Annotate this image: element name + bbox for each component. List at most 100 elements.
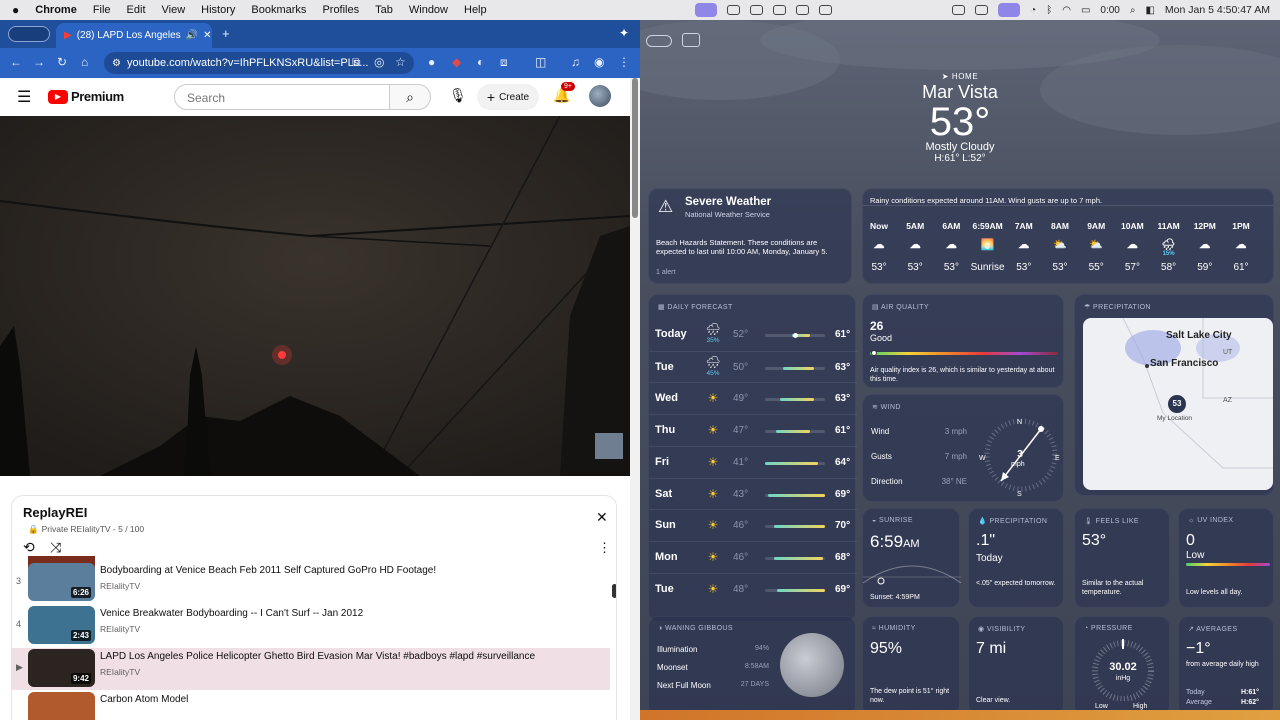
- uv-index-card[interactable]: ☼ UV INDEX 0 Low Low levels all day.: [1178, 508, 1274, 608]
- menu-window[interactable]: Window: [401, 4, 456, 16]
- app-icon[interactable]: [796, 5, 810, 15]
- page-scrollbar[interactable]: [630, 78, 640, 720]
- menu-edit[interactable]: Edit: [119, 4, 154, 16]
- tab-close-icon[interactable]: ✕: [203, 30, 211, 41]
- battery-icon[interactable]: ▭: [1081, 5, 1090, 16]
- playlist-scroll-thumb[interactable]: [612, 584, 616, 598]
- more-icon[interactable]: ⋮: [598, 540, 611, 556]
- control-icon[interactable]: [998, 3, 1021, 17]
- extension-3-icon[interactable]: ◐: [477, 55, 484, 69]
- menu-history[interactable]: History: [193, 4, 243, 16]
- daily-row[interactable]: Wed ☀ 49° 63°: [649, 382, 857, 413]
- playlist-title[interactable]: ReplayREI: [23, 505, 87, 520]
- daily-row[interactable]: Today 🌧 35% 52° 61°: [649, 319, 857, 350]
- playlist-item[interactable]: 3 6:26 Bodyboarding at Venice Beach Feb 20…: [12, 562, 610, 604]
- menu-tab[interactable]: Tab: [367, 4, 401, 16]
- playlist-item[interactable]: Carbon Atom Model: [12, 691, 610, 720]
- playlist-item-title[interactable]: Venice Breakwater Bodyboarding -- I Can'…: [100, 608, 363, 619]
- hourly-forecast-card[interactable]: Rainy conditions expected around 11AM. W…: [862, 188, 1274, 284]
- playlist-item[interactable]: 4 2:43 Venice Breakwater Bodyboarding -- I…: [12, 605, 610, 647]
- playlist-item-title[interactable]: Bodyboarding at Venice Beach Feb 2011 Se…: [100, 565, 436, 576]
- playlist-thumbnail[interactable]: 6:26: [28, 563, 95, 601]
- menu-file[interactable]: File: [85, 4, 119, 16]
- close-icon[interactable]: ✕: [596, 509, 608, 526]
- stage-manager-icon[interactable]: [695, 3, 718, 17]
- wind-card[interactable]: ≋ WIND Wind 3 mph Gusts 7 mph Direction 38° N…: [862, 394, 1064, 502]
- avatar[interactable]: [589, 85, 611, 107]
- daily-row[interactable]: Tue 🌧 45% 50° 63°: [649, 350, 857, 382]
- precipitation-card[interactable]: 💧 PRECIPITATION .1" Today <.05" expected…: [968, 508, 1064, 608]
- playlist-thumbnail[interactable]: 2:43: [28, 606, 95, 644]
- shield-icon[interactable]: [819, 5, 833, 15]
- gemini-icon[interactable]: ✦: [619, 26, 629, 40]
- shuffle-icon[interactable]: ⤨: [50, 539, 61, 556]
- tab-group-icon[interactable]: [8, 26, 50, 42]
- daily-row[interactable]: Thu ☀ 47° 61°: [649, 414, 857, 445]
- sunrise-card[interactable]: ◒ SUNRISE 6:59AM Sunset: 4:59PM: [862, 508, 961, 608]
- playlist-item-title[interactable]: LAPD Los Angeles Police Helicopter Ghett…: [100, 651, 535, 662]
- map-temp-badge[interactable]: 53: [1168, 395, 1186, 413]
- playlist-thumbnail[interactable]: [28, 692, 95, 720]
- audio-icon[interactable]: 🔊: [186, 30, 198, 41]
- profile-icon[interactable]: ◉: [594, 55, 604, 69]
- home-icon[interactable]: ⌂: [81, 55, 88, 69]
- media-icon[interactable]: ♫: [571, 55, 580, 69]
- averages-card[interactable]: ↗ AVERAGES −1° from average daily high T…: [1178, 616, 1274, 716]
- display-icon[interactable]: [773, 5, 787, 15]
- visibility-card[interactable]: ◉ VISIBILITY 7 mi Clear view.: [968, 616, 1064, 716]
- air-quality-card[interactable]: ▤ AIR QUALITY 26 Good Air quality index …: [862, 294, 1064, 388]
- youtube-logo[interactable]: ▶ Premium: [48, 89, 124, 104]
- mic-icon[interactable]: 🎙: [449, 87, 467, 104]
- forward-icon[interactable]: →: [33, 55, 45, 69]
- extension-2-icon[interactable]: ◆: [452, 55, 461, 69]
- menu-bookmarks[interactable]: Bookmarks: [243, 4, 314, 16]
- menu-help[interactable]: Help: [456, 4, 495, 16]
- site-info-icon[interactable]: ⚙: [112, 58, 121, 69]
- daily-row[interactable]: Tue ☀ 48° 69°: [649, 572, 857, 604]
- menu-profiles[interactable]: Profiles: [314, 4, 367, 16]
- menu-view[interactable]: View: [154, 4, 194, 16]
- back-icon[interactable]: ←: [10, 55, 22, 69]
- new-tab-icon[interactable]: +: [222, 26, 230, 41]
- precip-map[interactable]: Salt Lake City San Francisco UT AZ 53 My…: [1083, 318, 1273, 490]
- pressure-card[interactable]: ◔ PRESSURE 30.02 inHg Low High: [1074, 616, 1170, 716]
- screen-icon[interactable]: [952, 5, 966, 15]
- sidepanel-icon[interactable]: ◫: [535, 55, 546, 69]
- severe-weather-card[interactable]: ⚠ Severe Weather National Weather Servic…: [648, 188, 852, 284]
- video-player[interactable]: [0, 116, 630, 476]
- datetime[interactable]: Mon Jan 5 4:50:47 AM: [1165, 4, 1270, 16]
- daily-forecast-card[interactable]: ▦ DAILY FORECAST Today 🌧 35% 52° 61° Tue 🌧 45% 5…: [648, 294, 857, 622]
- chrome-menu-icon[interactable]: ⋮: [618, 55, 630, 69]
- address-bar[interactable]: ⚙ youtube.com/watch?v=IhPFLKNSxRU&list=P…: [104, 52, 414, 74]
- feels-like-card[interactable]: 🌡 FEELS LIKE 53° Similar to the actual t…: [1074, 508, 1170, 608]
- extension-1-icon[interactable]: ●: [428, 55, 435, 69]
- create-button[interactable]: + Create: [477, 84, 539, 110]
- daily-row[interactable]: Fri ☀ 41° 64°: [649, 445, 857, 477]
- install-icon[interactable]: ⧉: [352, 55, 361, 70]
- daily-row[interactable]: Mon ☀ 46° 68°: [649, 540, 857, 572]
- search-input[interactable]: Search: [174, 84, 390, 110]
- daily-row[interactable]: Sun ☀ 46° 70°: [649, 509, 857, 540]
- precipitation-map-card[interactable]: ☂ PRECIPITATION Salt Lake City San Franc…: [1074, 294, 1274, 496]
- bookmark-star-icon[interactable]: ☆: [395, 55, 406, 69]
- loop-icon[interactable]: ⟲: [23, 539, 35, 556]
- extensions-icon[interactable]: ⧈: [500, 55, 508, 70]
- mail-icon[interactable]: [750, 5, 764, 15]
- scroll-thumb[interactable]: [632, 78, 638, 218]
- lens-icon[interactable]: ◎: [374, 55, 384, 69]
- humidity-card[interactable]: ≈ HUMIDITY 95% The dew point is 51° righ…: [862, 616, 960, 716]
- playlist-item-title[interactable]: Carbon Atom Model: [100, 694, 188, 705]
- wifi-icon[interactable]: ◠: [1062, 5, 1071, 16]
- control-center-icon[interactable]: ◧: [1145, 5, 1154, 16]
- hamburger-icon[interactable]: ☰: [17, 87, 31, 107]
- headphones-icon[interactable]: ◔: [1030, 5, 1036, 16]
- daily-row[interactable]: Sat ☀ 43° 69°: [649, 477, 857, 509]
- search-icon[interactable]: ⌕: [1130, 5, 1136, 16]
- reload-icon[interactable]: ↻: [57, 55, 67, 69]
- search-button[interactable]: ⌕: [389, 84, 431, 110]
- window-icon[interactable]: [727, 5, 741, 15]
- menu-app[interactable]: Chrome: [27, 4, 85, 16]
- bluetooth-icon[interactable]: ᛒ: [1046, 5, 1052, 16]
- tab-active[interactable]: ▶ (28) LAPD Los Angeles 🔊 ✕: [56, 23, 212, 48]
- apple-icon[interactable]: ●: [0, 3, 27, 17]
